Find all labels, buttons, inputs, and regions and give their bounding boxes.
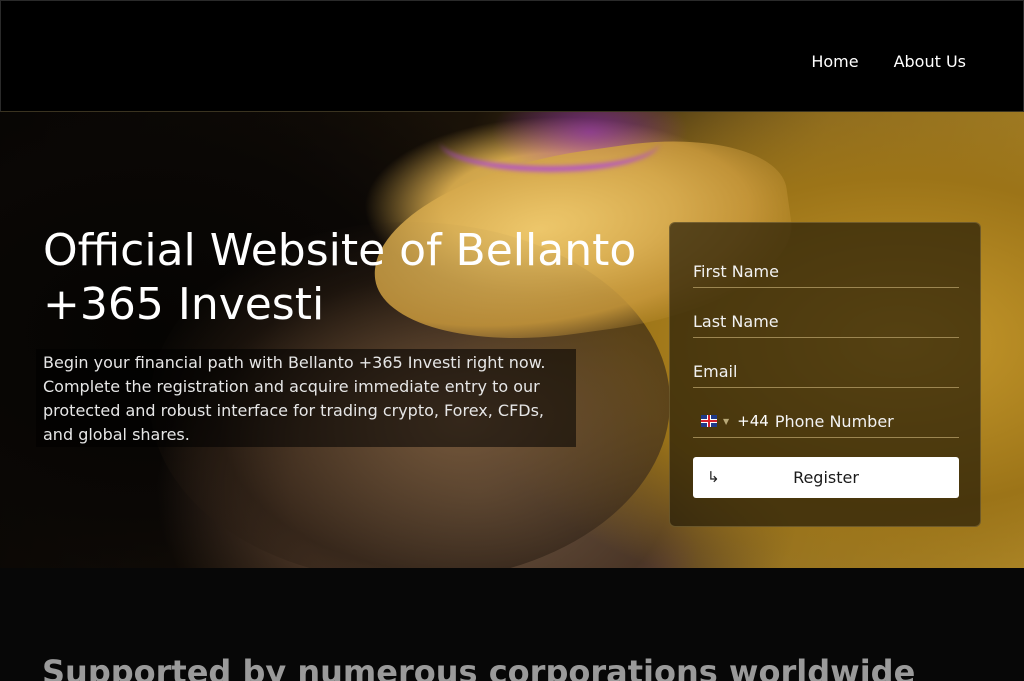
email-field: [693, 356, 959, 388]
email-input[interactable]: [693, 356, 959, 386]
last-name-input[interactable]: [693, 306, 959, 336]
uk-flag-icon[interactable]: [701, 415, 717, 427]
hero-description: Begin your financial path with Bellanto …: [43, 353, 546, 444]
arrow-return-icon: ↳: [707, 468, 720, 486]
phone-field: ▼ +44: [693, 406, 959, 438]
hero-description-box: Begin your financial path with Bellanto …: [36, 349, 576, 447]
first-name-field: [693, 256, 959, 288]
register-button-label: Register: [793, 468, 859, 487]
hero-title: Official Website of Bellanto +365 Invest…: [43, 225, 637, 330]
phone-dial-code: +44: [737, 412, 769, 430]
chevron-down-icon[interactable]: ▼: [723, 417, 729, 426]
top-navbar: Home About Us: [0, 0, 1024, 112]
supporters-heading: Supported by numerous corporations world…: [42, 653, 916, 681]
registration-form: ▼ +44 ↳ Register: [669, 222, 981, 527]
first-name-input[interactable]: [693, 256, 959, 286]
register-button[interactable]: ↳ Register: [693, 457, 959, 498]
phone-input[interactable]: [774, 406, 959, 436]
nav-link-about-us[interactable]: About Us: [894, 52, 966, 72]
main-nav: Home About Us: [811, 52, 966, 72]
phone-row: ▼ +44: [693, 406, 959, 436]
nav-link-home[interactable]: Home: [811, 52, 858, 72]
last-name-field: [693, 306, 959, 338]
supporters-section: Supported by numerous corporations world…: [0, 568, 1024, 681]
hero-background-accent: [440, 112, 660, 172]
